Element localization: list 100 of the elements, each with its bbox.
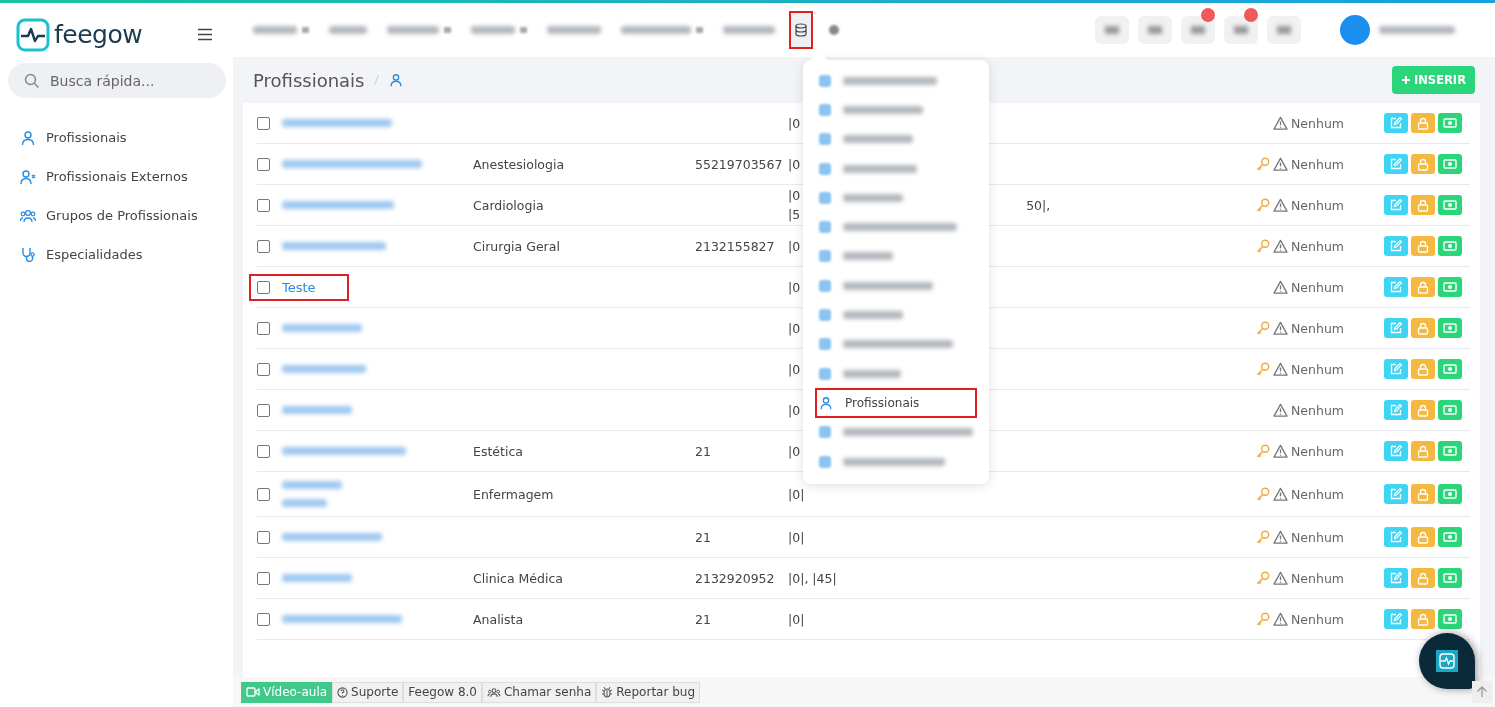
row-checkbox[interactable] [257, 487, 270, 501]
lock-button[interactable] [1411, 484, 1435, 504]
money-button[interactable] [1438, 609, 1462, 629]
money-button[interactable] [1438, 484, 1462, 504]
toolbar-button[interactable] [1267, 16, 1301, 44]
blurred-name[interactable] [282, 239, 386, 253]
table-cell: |0 [788, 188, 801, 203]
lock-button[interactable] [1411, 277, 1435, 297]
blurred-name[interactable] [282, 116, 392, 130]
edit-button[interactable] [1384, 400, 1408, 420]
lock-button[interactable] [1411, 359, 1435, 379]
edit-button[interactable] [1384, 154, 1408, 174]
lock-icon [1417, 571, 1429, 585]
blurred-nav-item[interactable] [621, 23, 703, 37]
row-checkbox[interactable] [257, 444, 270, 458]
lock-button[interactable] [1411, 527, 1435, 547]
footer-button[interactable]: Suporte [332, 681, 404, 703]
lock-button[interactable] [1411, 236, 1435, 256]
blurred-name[interactable] [282, 321, 362, 335]
lock-button[interactable] [1411, 318, 1435, 338]
edit-button[interactable] [1384, 441, 1408, 461]
row-checkbox[interactable] [257, 530, 270, 544]
banknote-icon [1443, 200, 1457, 210]
toolbar-button[interactable] [1095, 16, 1129, 44]
edit-button[interactable] [1384, 113, 1408, 133]
row-checkbox[interactable] [257, 362, 270, 376]
row-checkbox[interactable] [257, 198, 270, 212]
row-checkbox[interactable] [257, 612, 270, 626]
money-button[interactable] [1438, 154, 1462, 174]
blurred-nav-item[interactable] [387, 23, 451, 37]
money-button[interactable] [1438, 441, 1462, 461]
blurred-name[interactable] [282, 612, 402, 626]
money-button[interactable] [1438, 568, 1462, 588]
blurred-name[interactable] [282, 157, 422, 171]
blurred-nav-item[interactable] [547, 23, 601, 37]
professional-link[interactable]: Teste [282, 279, 316, 295]
blurred-nav-item[interactable] [329, 23, 367, 37]
menu-item[interactable]: Profissionais [815, 388, 977, 418]
lock-button[interactable] [1411, 195, 1435, 215]
banknote-icon [1443, 282, 1457, 292]
lock-button[interactable] [1411, 113, 1435, 133]
footer-button[interactable]: Reportar bug [596, 681, 701, 703]
blurred-name[interactable] [282, 198, 394, 212]
money-button[interactable] [1438, 277, 1462, 297]
money-button[interactable] [1438, 195, 1462, 215]
row-checkbox[interactable] [257, 280, 270, 294]
money-button[interactable] [1438, 527, 1462, 547]
edit-button[interactable] [1384, 609, 1408, 629]
row-checkbox[interactable] [257, 239, 270, 253]
blurred-name[interactable] [282, 362, 366, 376]
row-checkbox[interactable] [257, 157, 270, 171]
edit-button[interactable] [1384, 277, 1408, 297]
sidebar-item[interactable]: Especialidades [0, 235, 233, 274]
row-checkbox[interactable] [257, 403, 270, 417]
blurred-nav-item[interactable] [471, 23, 527, 37]
lock-button[interactable] [1411, 609, 1435, 629]
lock-button[interactable] [1411, 400, 1435, 420]
lock-button[interactable] [1411, 568, 1435, 588]
toolbar-button[interactable] [1138, 16, 1172, 44]
blurred-nav-item[interactable] [253, 23, 309, 37]
row-checkbox[interactable] [257, 116, 270, 130]
money-button[interactable] [1438, 400, 1462, 420]
money-button[interactable] [1438, 359, 1462, 379]
money-button[interactable] [1438, 113, 1462, 133]
toolbar-button[interactable] [1224, 16, 1258, 44]
blurred-name[interactable] [282, 444, 406, 458]
edit-button[interactable] [1384, 236, 1408, 256]
lock-button[interactable] [1411, 154, 1435, 174]
search-field[interactable]: Busca rápida... [8, 63, 226, 98]
table-cell: Clinica Médica [473, 570, 563, 586]
money-button[interactable] [1438, 318, 1462, 338]
money-button[interactable] [1438, 236, 1462, 256]
sidebar-item[interactable]: Grupos de Profissionais [0, 196, 233, 235]
banknote-icon [1443, 323, 1457, 333]
settings-icon[interactable] [829, 25, 839, 35]
sidebar-item[interactable]: Profissionais Externos [0, 157, 233, 196]
scroll-top-button[interactable] [1472, 681, 1492, 703]
edit-button[interactable] [1384, 195, 1408, 215]
table-cell: |0 [788, 115, 801, 131]
footer-button[interactable]: Chamar senha [482, 681, 597, 703]
blurred-name[interactable] [282, 571, 352, 585]
edit-button[interactable] [1384, 527, 1408, 547]
lock-button[interactable] [1411, 441, 1435, 461]
blurred-name[interactable] [282, 478, 342, 510]
edit-button[interactable] [1384, 318, 1408, 338]
footer-button[interactable]: Feegow 8.0 [403, 681, 482, 703]
menu-icon[interactable] [197, 28, 213, 41]
toolbar-button[interactable] [1181, 16, 1215, 44]
row-checkbox[interactable] [257, 321, 270, 335]
blurred-nav-item[interactable] [723, 23, 775, 37]
edit-button[interactable] [1384, 484, 1408, 504]
sidebar-item[interactable]: Profissionais [0, 118, 233, 157]
row-checkbox[interactable] [257, 571, 270, 585]
avatar-icon[interactable] [1340, 15, 1370, 45]
blurred-name[interactable] [282, 530, 382, 544]
edit-icon [1390, 572, 1402, 584]
blurred-name[interactable] [282, 403, 352, 417]
edit-button[interactable] [1384, 568, 1408, 588]
database-button[interactable] [789, 11, 813, 49]
edit-button[interactable] [1384, 359, 1408, 379]
